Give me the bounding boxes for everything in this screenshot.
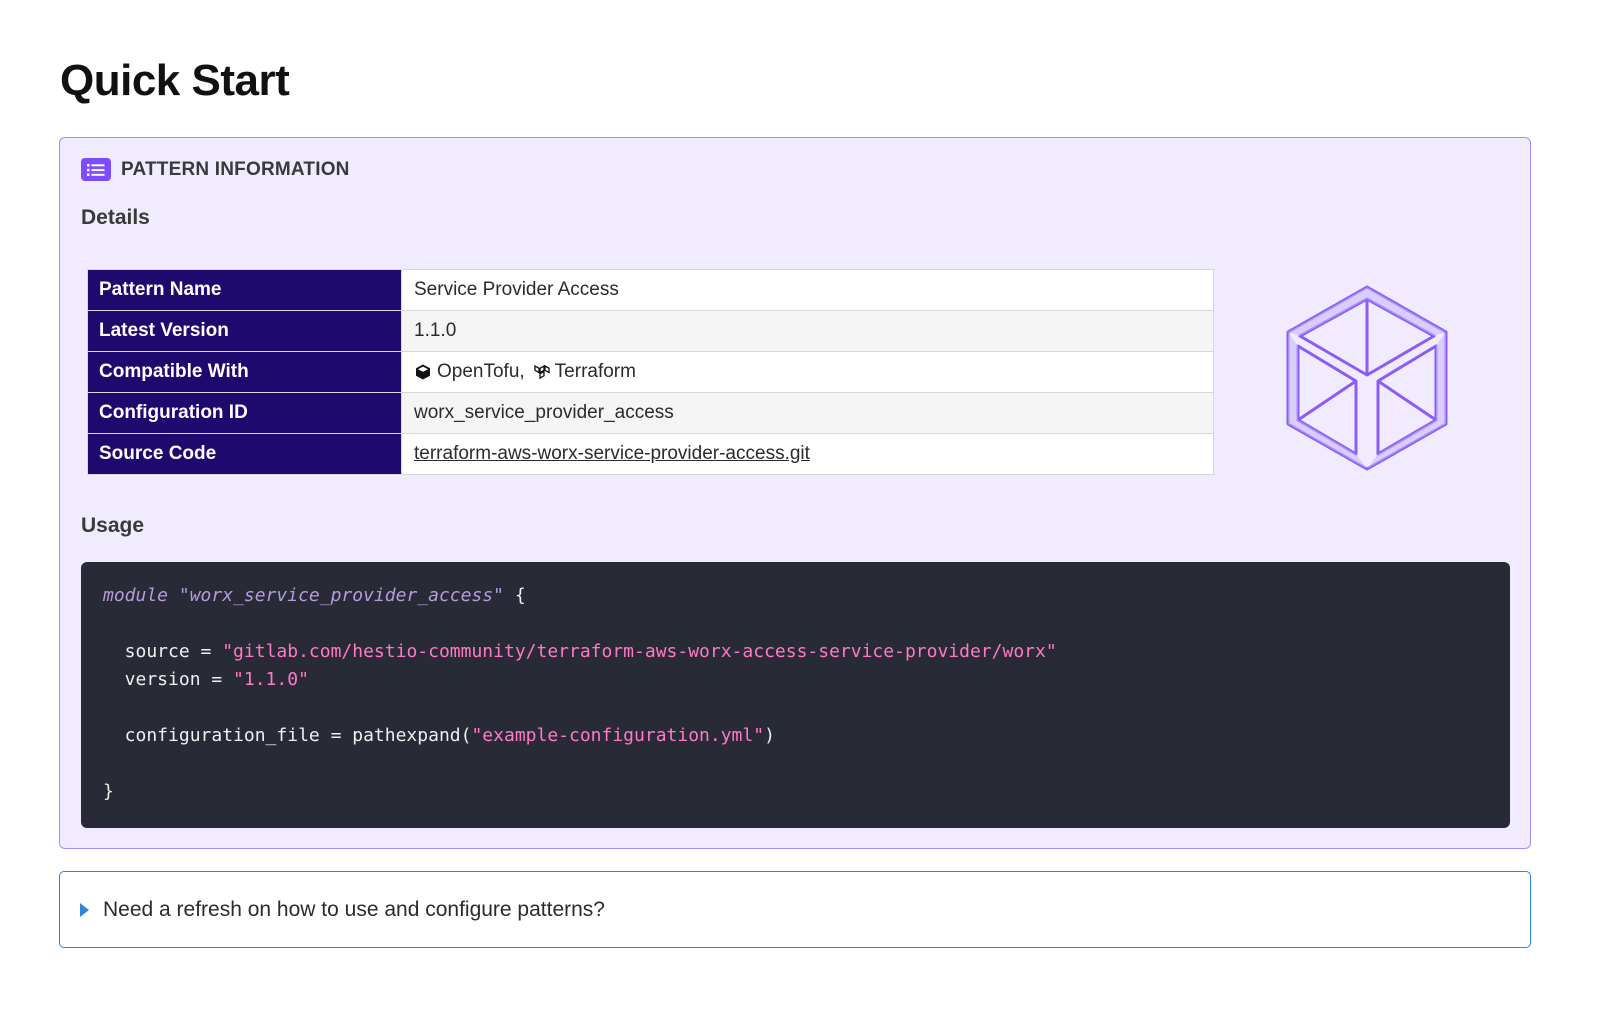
source-code-value: terraform-aws-worx-service-provider-acce… [401, 433, 1214, 475]
table-row: Source Code terraform-aws-worx-service-p… [87, 433, 1214, 475]
row-label: Configuration ID [87, 392, 402, 434]
page-title: Quick Start [60, 56, 290, 105]
latest-version-value: 1.1.0 [401, 310, 1214, 352]
refresh-help-collapsible[interactable]: Need a refresh on how to use and configu… [59, 871, 1531, 948]
compatible-with-value: OpenTofu, Terraform [401, 351, 1214, 393]
code-line: version = "1.1.0" [103, 669, 309, 690]
pattern-details-table: Pattern Name Service Provider Access Lat… [87, 269, 1214, 475]
usage-heading: Usage [81, 514, 145, 537]
code-line: source = "gitlab.com/hestio-community/te… [103, 641, 1057, 662]
table-row: Latest Version 1.1.0 [87, 310, 1214, 352]
configuration-id-value: worx_service_provider_access [401, 392, 1214, 434]
row-label: Latest Version [87, 310, 402, 352]
table-row: Configuration ID worx_service_provider_a… [87, 392, 1214, 434]
cube-icon [1285, 284, 1449, 477]
row-label: Compatible With [87, 351, 402, 393]
code-line: } [103, 781, 114, 802]
table-row: Pattern Name Service Provider Access [87, 269, 1214, 311]
pattern-information-panel: PATTERN INFORMATION Details Pattern Name… [59, 137, 1531, 849]
pattern-name-value: Service Provider Access [401, 269, 1214, 311]
panel-title: PATTERN INFORMATION [121, 158, 350, 180]
opentofu-icon [414, 361, 432, 383]
terraform-icon [534, 361, 550, 383]
caret-right-icon [80, 902, 89, 917]
row-label: Pattern Name [87, 269, 402, 311]
list-icon [81, 158, 111, 181]
source-code-link[interactable]: terraform-aws-worx-service-provider-acce… [414, 443, 810, 464]
collapsible-summary: Need a refresh on how to use and configu… [103, 897, 605, 921]
details-heading: Details [81, 206, 150, 229]
row-label: Source Code [87, 433, 402, 475]
opentofu-label: OpenTofu, [437, 361, 525, 382]
terraform-label: Terraform [554, 361, 636, 382]
panel-header: PATTERN INFORMATION [81, 158, 350, 181]
usage-code-block[interactable]: module "worx_service_provider_access" { … [81, 562, 1510, 828]
code-line: configuration_file = pathexpand("example… [103, 725, 775, 746]
code-line: module "worx_service_provider_access" { [103, 585, 526, 606]
table-row: Compatible With OpenTofu, Terraform [87, 351, 1214, 393]
